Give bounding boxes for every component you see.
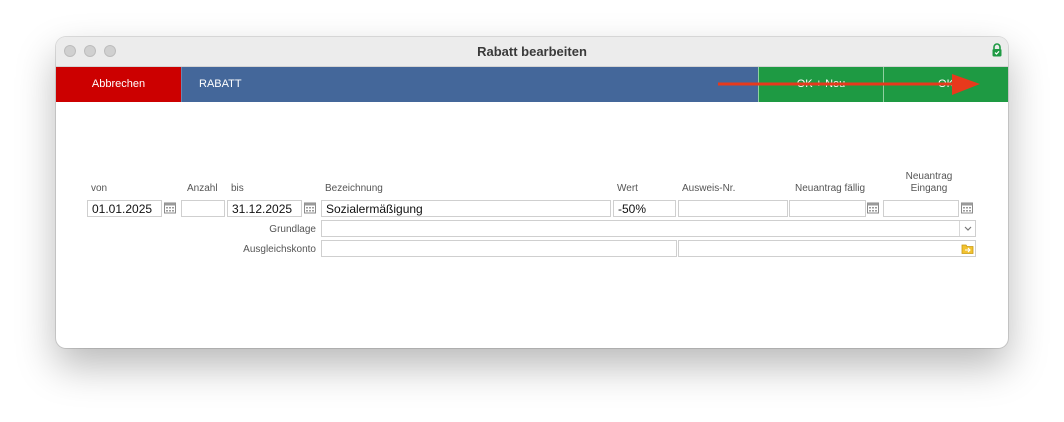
- bis-date-field[interactable]: 31.12.2025: [227, 200, 302, 217]
- neuantrag-faellig-field[interactable]: [789, 200, 866, 217]
- section-title: RABATT: [181, 67, 758, 102]
- wert-field[interactable]: -50%: [613, 200, 676, 217]
- ausgleichskonto-field[interactable]: [321, 240, 677, 257]
- calendar-icon[interactable]: [303, 201, 317, 215]
- bezeichnung-field[interactable]: Sozialermäßigung: [321, 200, 611, 217]
- neuantrag-eingang-field[interactable]: [883, 200, 959, 217]
- grundlage-label: Grundlage: [269, 224, 316, 235]
- header-bezeichnung: Bezeichnung: [325, 183, 383, 194]
- ausgleichskonto-label: Ausgleichskonto: [243, 244, 316, 255]
- cancel-button[interactable]: Abbrechen: [56, 67, 181, 102]
- dialog-window: Rabatt bearbeiten Abbrechen RABATT OK + …: [56, 37, 1008, 348]
- calendar-icon[interactable]: [960, 201, 974, 215]
- header-wert: Wert: [617, 183, 638, 194]
- folder-icon[interactable]: [961, 242, 974, 255]
- ausweis-nr-field[interactable]: [678, 200, 788, 217]
- header-von: von: [91, 183, 108, 194]
- von-date-field[interactable]: 01.01.2025: [87, 200, 162, 217]
- header-neuantrag-eingang-line1: Neuantrag: [905, 171, 953, 182]
- anzahl-field[interactable]: [181, 200, 225, 217]
- calendar-icon[interactable]: [163, 201, 177, 215]
- grundlage-select[interactable]: [321, 220, 976, 237]
- header-anzahl: Anzahl: [187, 183, 218, 194]
- chevron-down-icon[interactable]: [959, 221, 976, 236]
- header-neuantrag-eingang-line2: Eingang: [910, 183, 948, 194]
- lock-icon: [992, 43, 1002, 57]
- window-title: Rabatt bearbeiten: [477, 44, 587, 59]
- ausgleichskonto-detail-field[interactable]: [678, 240, 976, 257]
- header-neuantrag-faellig: Neuantrag fällig: [795, 183, 866, 194]
- calendar-icon[interactable]: [866, 201, 880, 215]
- title-bar: Rabatt bearbeiten: [56, 37, 1008, 67]
- arrow-annotation: [718, 74, 980, 95]
- header-bis: bis: [231, 183, 244, 194]
- header-ausweis-nr: Ausweis-Nr.: [682, 183, 736, 194]
